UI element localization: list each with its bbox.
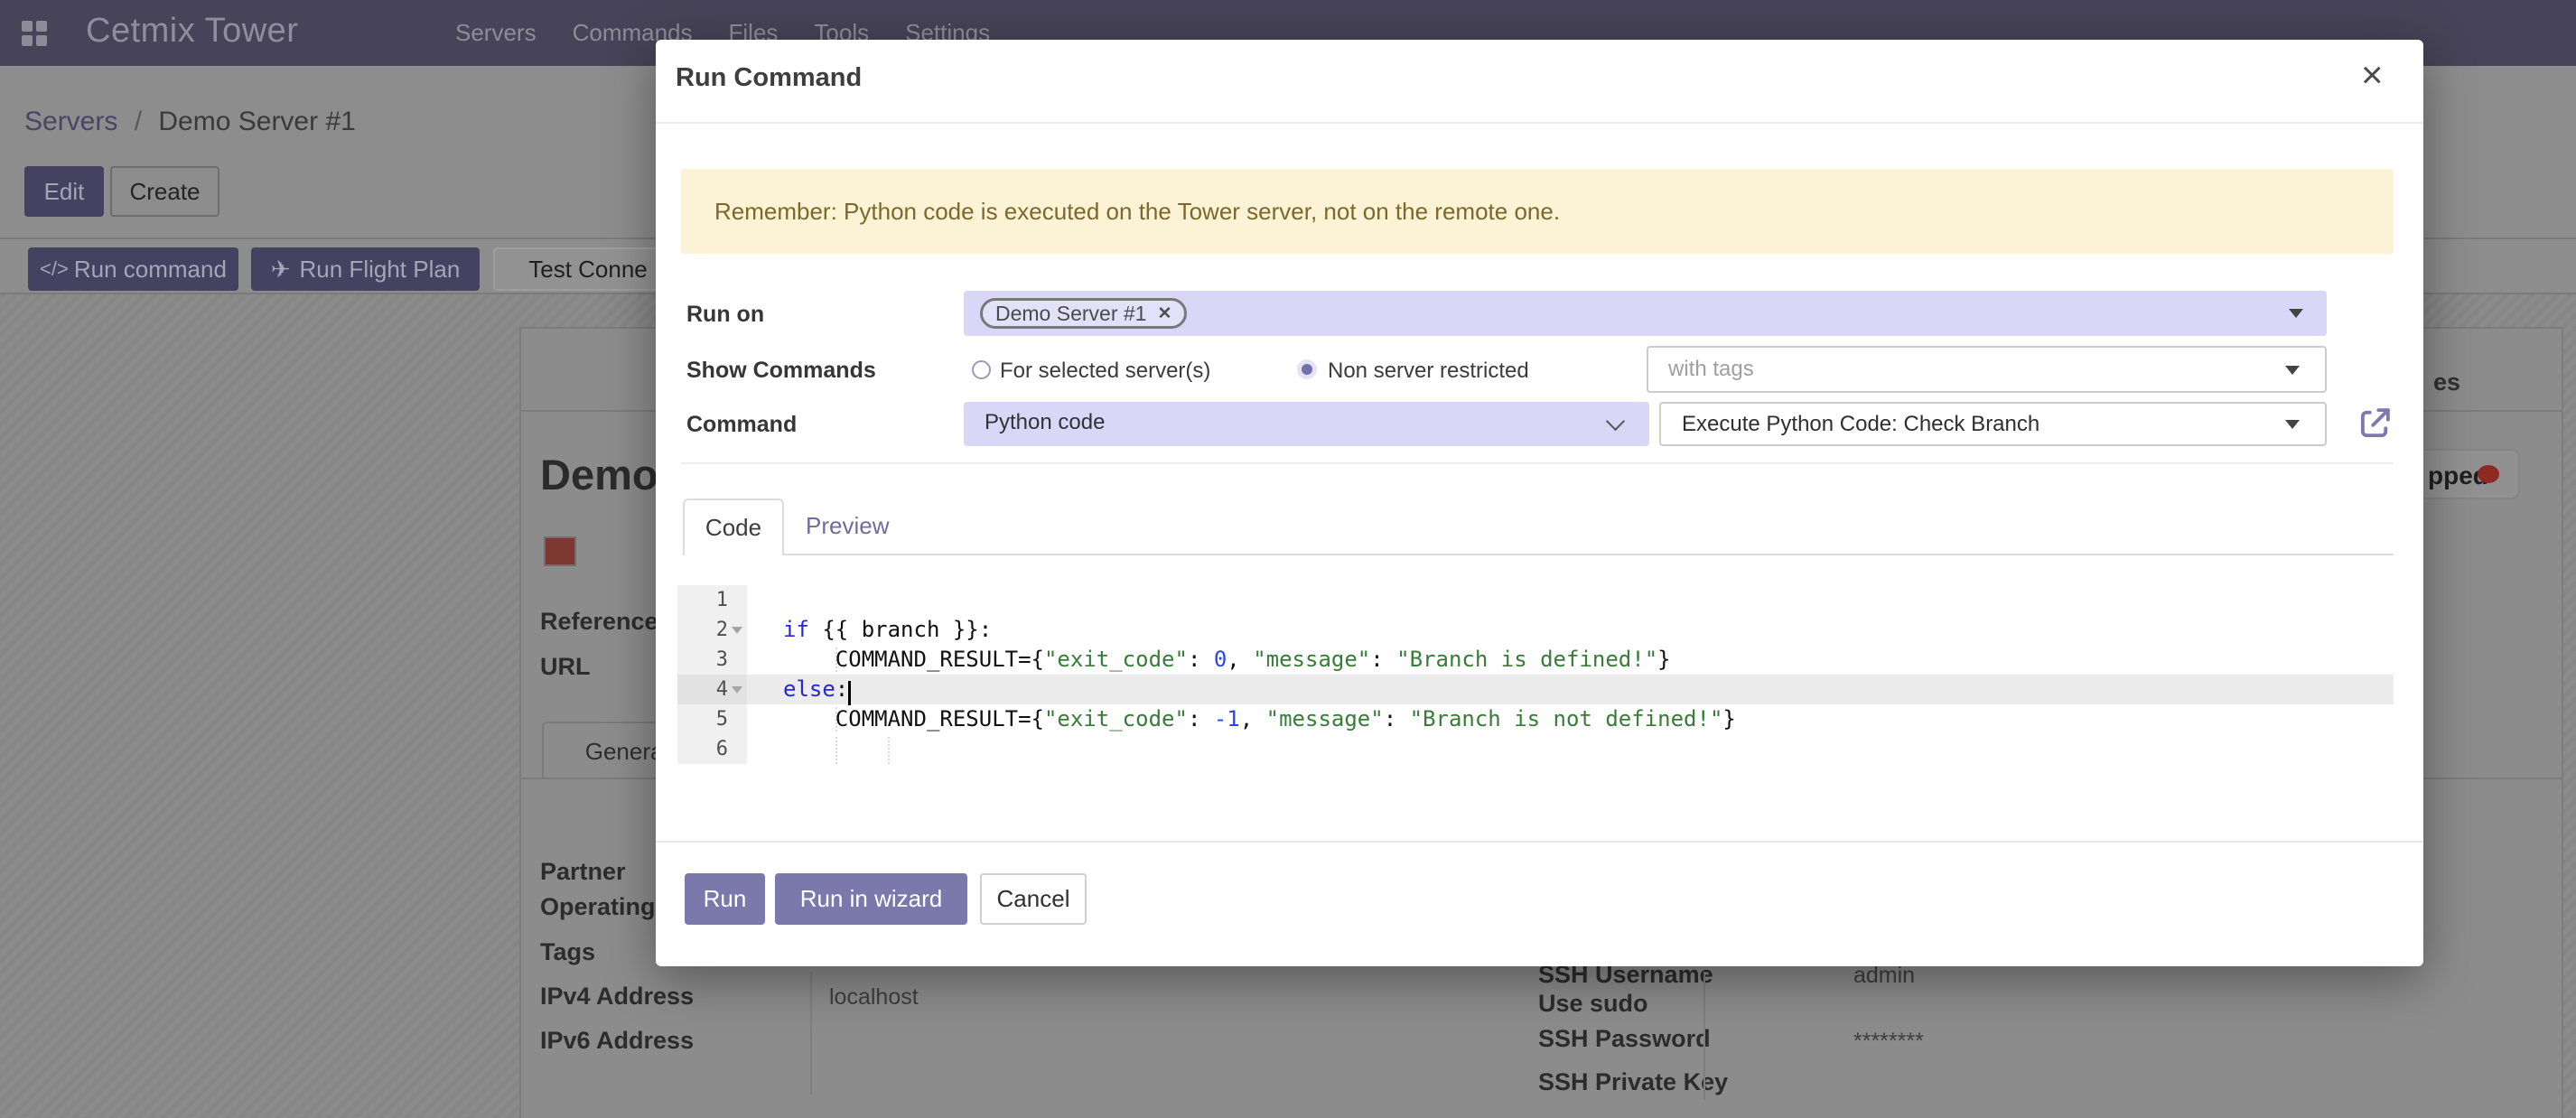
external-link-icon[interactable]: [2356, 405, 2394, 443]
smart-button-fragment[interactable]: es: [2433, 368, 2460, 396]
warning-text: Remember: Python code is executed on the…: [714, 169, 1560, 254]
with-tags-placeholder: with tags: [1668, 357, 1754, 382]
radio-non-server-restricted-label[interactable]: Non server restricted: [1328, 359, 1529, 384]
line-number: 5: [677, 704, 728, 734]
text-cursor: [848, 681, 851, 705]
apps-icon[interactable]: [22, 21, 47, 46]
edit-button[interactable]: Edit: [24, 166, 104, 217]
chevron-down-icon: [2285, 366, 2300, 375]
command-reference-value: Execute Python Code: Check Branch: [1682, 412, 2039, 437]
tab-code[interactable]: Code: [683, 498, 784, 555]
tags-label: Tags: [540, 938, 595, 966]
run-on-field[interactable]: Demo Server #1 ✕: [964, 291, 2327, 336]
indent-guide: [888, 737, 890, 764]
plane-icon: ✈: [271, 256, 291, 284]
brand-title[interactable]: Cetmix Tower: [86, 12, 298, 51]
ipv6-label: IPv6 Address: [540, 1027, 694, 1055]
line-number: 1: [677, 585, 728, 615]
active-line-highlight: [677, 675, 2394, 704]
line-number: 2: [677, 615, 728, 645]
show-commands-label: Show Commands: [686, 358, 876, 384]
column-divider: [1703, 972, 1705, 1100]
server-tag[interactable]: Demo Server #1 ✕: [980, 298, 1187, 329]
breadcrumb: Servers / Demo Server #1: [24, 107, 356, 137]
radio-for-selected-servers-label[interactable]: For selected server(s): [1000, 359, 1210, 384]
url-label: URL: [540, 653, 591, 681]
radio-non-server-restricted[interactable]: [1297, 359, 1317, 379]
column-divider: [810, 972, 812, 1095]
code-line: else:: [783, 675, 848, 704]
reference-label: Reference: [540, 608, 658, 636]
run-flight-plan-button[interactable]: ✈ Run Flight Plan: [251, 247, 480, 291]
code-line: if {{ branch }}:: [783, 615, 992, 645]
operating-system-label: Operating: [540, 893, 656, 921]
line-number: 6: [677, 734, 728, 764]
command-reference-select[interactable]: Execute Python Code: Check Branch: [1659, 402, 2327, 446]
run-on-label: Run on: [686, 302, 764, 328]
warning-alert: Remember: Python code is executed on the…: [681, 169, 2394, 254]
run-in-wizard-button[interactable]: Run in wizard: [775, 873, 967, 925]
command-label: Command: [686, 412, 797, 438]
partner-label: Partner: [540, 858, 626, 886]
ipv4-label: IPv4 Address: [540, 983, 694, 1011]
group-divider: [681, 462, 2394, 464]
ssh-password-label: SSH Password: [1538, 1025, 1711, 1053]
run-command-button[interactable]: </> Run command: [28, 247, 238, 291]
ssh-private-key-label: SSH Private Key: [1538, 1068, 1728, 1096]
server-color-swatch[interactable]: [544, 536, 576, 566]
with-tags-select[interactable]: with tags: [1647, 346, 2327, 393]
indent-guide: [835, 737, 837, 764]
modal-footer-divider: [656, 841, 2423, 843]
code-line: COMMAND_RESULT={"exit_code": -1, "messag…: [783, 704, 1736, 734]
line-number: 3: [677, 645, 728, 675]
status-stopped-dot: [2478, 465, 2499, 483]
create-button[interactable]: Create: [110, 166, 219, 217]
chevron-down-icon: [2285, 420, 2300, 429]
ssh-password-value: ********: [1853, 1029, 1924, 1055]
fold-icon[interactable]: [732, 627, 742, 634]
use-sudo-label: Use sudo: [1538, 990, 1648, 1018]
command-type-select[interactable]: Python code: [964, 402, 1649, 446]
server-tag-label: Demo Server #1: [995, 302, 1146, 326]
chevron-down-icon: [1606, 412, 1625, 431]
tag-remove-icon[interactable]: ✕: [1157, 303, 1171, 324]
tab-preview[interactable]: Preview: [806, 512, 889, 540]
code-editor[interactable]: 1 2 3 4 5 6 if {{ branch }}: COMMAND_RES…: [677, 585, 2394, 764]
notebook-divider: [683, 554, 2394, 555]
code-icon: </>: [40, 257, 69, 281]
code-line: COMMAND_RESULT={"exit_code": 0, "message…: [783, 645, 1671, 675]
ssh-username-value: admin: [1853, 963, 1915, 989]
run-button[interactable]: Run: [685, 873, 765, 925]
close-icon[interactable]: ×: [2361, 56, 2384, 94]
nav-item-servers[interactable]: Servers: [455, 19, 537, 47]
run-command-modal: Run Command × Remember: Python code is e…: [656, 40, 2423, 966]
line-number: 4: [677, 675, 728, 704]
test-connection-button[interactable]: Test Conne: [493, 247, 683, 291]
fold-icon[interactable]: [732, 686, 742, 694]
cancel-button[interactable]: Cancel: [980, 873, 1087, 925]
chevron-down-icon[interactable]: [2289, 309, 2303, 318]
command-type-value: Python code: [985, 410, 1105, 435]
modal-title: Run Command: [676, 63, 862, 93]
breadcrumb-current: Demo Server #1: [158, 107, 355, 136]
radio-for-selected-servers[interactable]: [972, 360, 991, 379]
breadcrumb-link-servers[interactable]: Servers: [24, 107, 117, 136]
modal-header-divider: [656, 122, 2423, 124]
server-title-fragment: Demo: [540, 450, 658, 499]
screen: Cetmix Tower Servers Commands Files Tool…: [0, 0, 2576, 1118]
ipv4-value: localhost: [829, 984, 919, 1011]
breadcrumb-separator: /: [126, 107, 151, 136]
